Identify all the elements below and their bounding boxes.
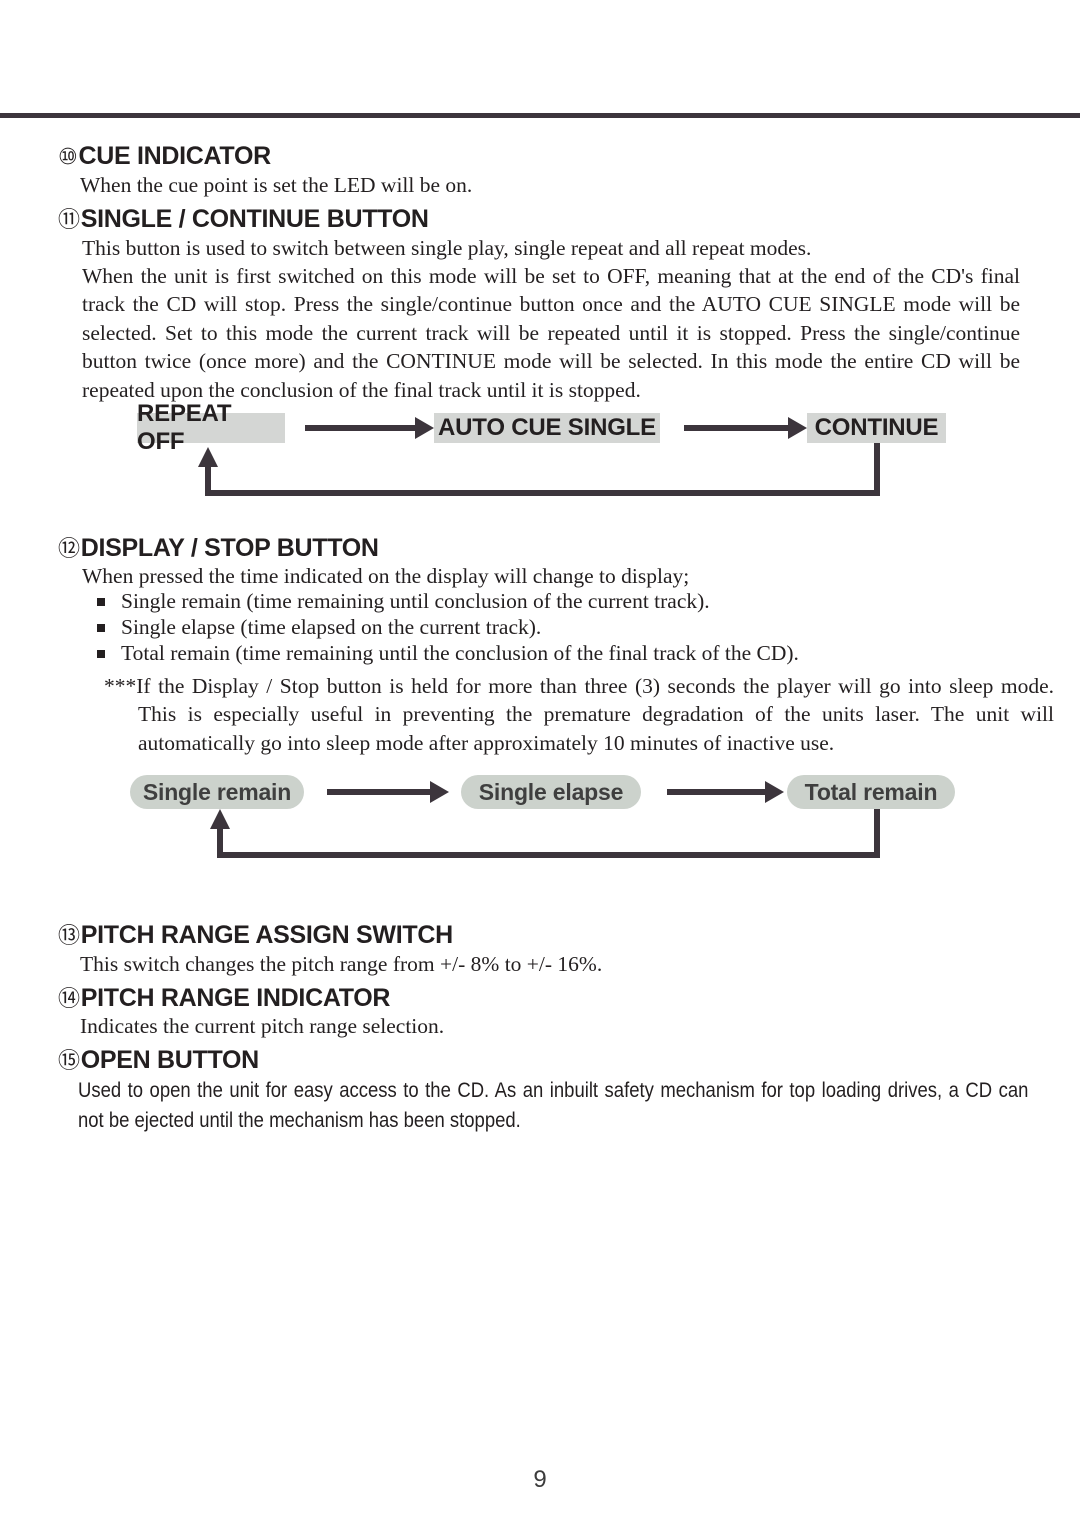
section-title: SINGLE / CONTINUE BUTTON bbox=[80, 205, 429, 233]
section-body-single-continue-intro: This button is used to switch between si… bbox=[82, 236, 812, 260]
section-title: PITCH RANGE ASSIGN SWITCH bbox=[80, 921, 453, 949]
section-body-display-stop-intro: When pressed the time indicated on the d… bbox=[82, 564, 690, 588]
diagram-node-repeat-off: REPEAT OFF bbox=[137, 400, 285, 455]
diagram-loop-segment-bottom bbox=[217, 852, 880, 858]
diagram-loop-arrowhead-icon bbox=[210, 809, 230, 829]
section-marker-icon: ⑮ bbox=[58, 1049, 80, 1074]
section-marker-icon: ⑩ bbox=[58, 145, 78, 170]
diagram-loop-segment-right bbox=[874, 443, 880, 496]
section-title: DISPLAY / STOP BUTTON bbox=[80, 534, 379, 562]
bullet-square-icon bbox=[97, 598, 105, 606]
list-item: Total remain (time remaining until the c… bbox=[95, 640, 975, 666]
section-heading-pitch-range-assign-switch: ⑬ PITCH RANGE ASSIGN SWITCH bbox=[58, 921, 453, 950]
list-item-label: Single remain (time remaining until conc… bbox=[121, 589, 710, 613]
section-marker-icon: ⑬ bbox=[58, 924, 80, 949]
bullet-square-icon bbox=[97, 624, 105, 632]
section-body-cue-indicator: When the cue point is set the LED will b… bbox=[80, 173, 473, 197]
diagram-loop-segment-left bbox=[217, 828, 223, 856]
diagram-arrow-repeat-off-to-auto-cue bbox=[305, 417, 434, 439]
section-heading-single-continue-button: ⑪ SINGLE / CONTINUE BUTTON bbox=[58, 205, 429, 234]
diagram-loop-segment-bottom bbox=[205, 490, 880, 496]
diagram-node-single-elapse: Single elapse bbox=[461, 775, 641, 809]
manual-page: ⑩ CUE INDICATOR When the cue point is se… bbox=[0, 0, 1080, 1528]
list-item: Single elapse (time elapsed on the curre… bbox=[95, 614, 975, 640]
diagram-loop-arrowhead-icon bbox=[198, 447, 218, 467]
section-body-pitch-range-assign-switch: This switch changes the pitch range from… bbox=[80, 952, 603, 976]
section-marker-icon: ⑪ bbox=[58, 208, 80, 233]
diagram-node-single-remain: Single remain bbox=[130, 775, 304, 809]
display-mode-list: Single remain (time remaining until conc… bbox=[95, 588, 975, 666]
page-number: 9 bbox=[533, 1466, 547, 1493]
sleep-mode-note: ***If the Display / Stop button is held … bbox=[104, 674, 1054, 755]
diagram-arrow-single-elapse-to-total-remain bbox=[667, 781, 784, 803]
diagram-loop-segment-left bbox=[205, 466, 211, 494]
diagram-node-continue: CONTINUE bbox=[807, 413, 946, 443]
diagram-loop-segment-right bbox=[874, 809, 880, 858]
list-item-label: Total remain (time remaining until the c… bbox=[121, 641, 799, 665]
diagram-arrow-single-remain-to-single-elapse bbox=[327, 781, 449, 803]
list-item: Single remain (time remaining until conc… bbox=[95, 588, 975, 614]
diagram-node-auto-cue-single: AUTO CUE SINGLE bbox=[434, 413, 660, 443]
section-heading-pitch-range-indicator: ⑭ PITCH RANGE INDICATOR bbox=[58, 984, 390, 1013]
section-body-single-continue-detail: When the unit is first switched on this … bbox=[82, 264, 1020, 402]
section-title: CUE INDICATOR bbox=[78, 142, 271, 170]
list-item-label: Single elapse (time elapsed on the curre… bbox=[121, 615, 542, 639]
bullet-square-icon bbox=[97, 650, 105, 658]
diagram-node-total-remain: Total remain bbox=[787, 775, 955, 809]
header-divider bbox=[0, 113, 1080, 118]
section-marker-icon: ⑫ bbox=[58, 537, 80, 562]
section-heading-cue-indicator: ⑩ CUE INDICATOR bbox=[58, 142, 271, 171]
section-body-pitch-range-indicator: Indicates the current pitch range select… bbox=[80, 1014, 445, 1038]
section-body-open-button: Used to open the unit for easy access to… bbox=[78, 1079, 1029, 1132]
section-heading-display-stop-button: ⑫ DISPLAY / STOP BUTTON bbox=[58, 534, 379, 563]
section-title: PITCH RANGE INDICATOR bbox=[80, 984, 391, 1012]
section-heading-open-button: ⑮ OPEN BUTTON bbox=[58, 1046, 259, 1075]
section-marker-icon: ⑭ bbox=[58, 987, 80, 1012]
section-title: OPEN BUTTON bbox=[80, 1046, 260, 1074]
diagram-arrow-auto-cue-to-continue bbox=[684, 417, 807, 439]
